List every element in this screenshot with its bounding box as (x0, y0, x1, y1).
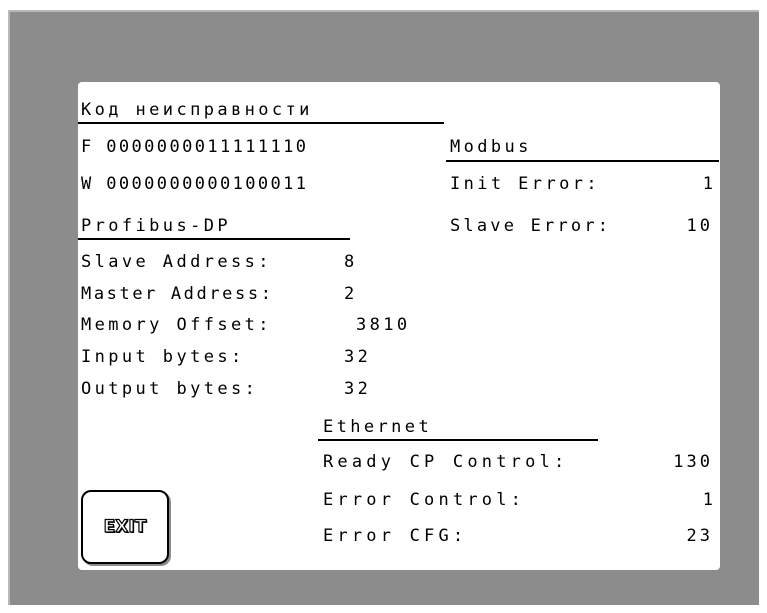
modbus-init-error-value: 1 (702, 174, 713, 194)
profibus-output-bytes-label: Output bytes: (81, 379, 259, 399)
fault-code-f: F 0000000011111110 (81, 137, 309, 157)
exit-button[interactable]: EXIT (81, 490, 169, 564)
fault-code-title-underline (78, 122, 444, 124)
hmi-bezel: Код неисправности F 0000000011111110 W 0… (8, 10, 759, 605)
fault-code-title: Код неисправности (81, 100, 313, 120)
profibus-title: Profibus-DP (81, 216, 231, 236)
profibus-master-address-value: 2 (344, 284, 358, 304)
exit-button-label: EXIT (103, 516, 147, 537)
ethernet-ready-cp-value: 130 (673, 452, 713, 472)
profibus-title-underline (78, 238, 350, 240)
ethernet-title: Ethernet (323, 417, 433, 437)
ethernet-error-cfg-value: 23 (686, 526, 713, 546)
diagnostic-screen: Код неисправности F 0000000011111110 W 0… (78, 82, 720, 570)
ethernet-error-control-value: 1 (702, 490, 713, 510)
fault-code-w: W 0000000000100011 (81, 174, 309, 194)
profibus-input-bytes-label: Input bytes: (81, 347, 245, 367)
profibus-memory-offset-label: Memory Offset: (81, 315, 272, 335)
modbus-slave-error-value: 10 (686, 216, 713, 236)
ethernet-ready-cp-label: Ready CP Control: (323, 452, 569, 472)
profibus-input-bytes-value: 32 (344, 347, 372, 367)
modbus-title-underline (446, 160, 719, 162)
profibus-master-address-label: Master Address: (81, 284, 274, 304)
profibus-slave-address-label: Slave Address: (81, 252, 272, 272)
modbus-init-error-label: Init Error: (450, 174, 600, 194)
ethernet-title-underline (318, 439, 598, 441)
profibus-slave-address-value: 8 (344, 252, 358, 272)
ethernet-error-control-label: Error Control: (323, 490, 526, 510)
modbus-title: Modbus (450, 137, 532, 157)
ethernet-error-cfg-label: Error CFG: (323, 526, 468, 546)
profibus-memory-offset-value: 3810 (356, 315, 411, 335)
modbus-slave-error-label: Slave Error: (450, 216, 612, 236)
profibus-output-bytes-value: 32 (344, 379, 372, 399)
